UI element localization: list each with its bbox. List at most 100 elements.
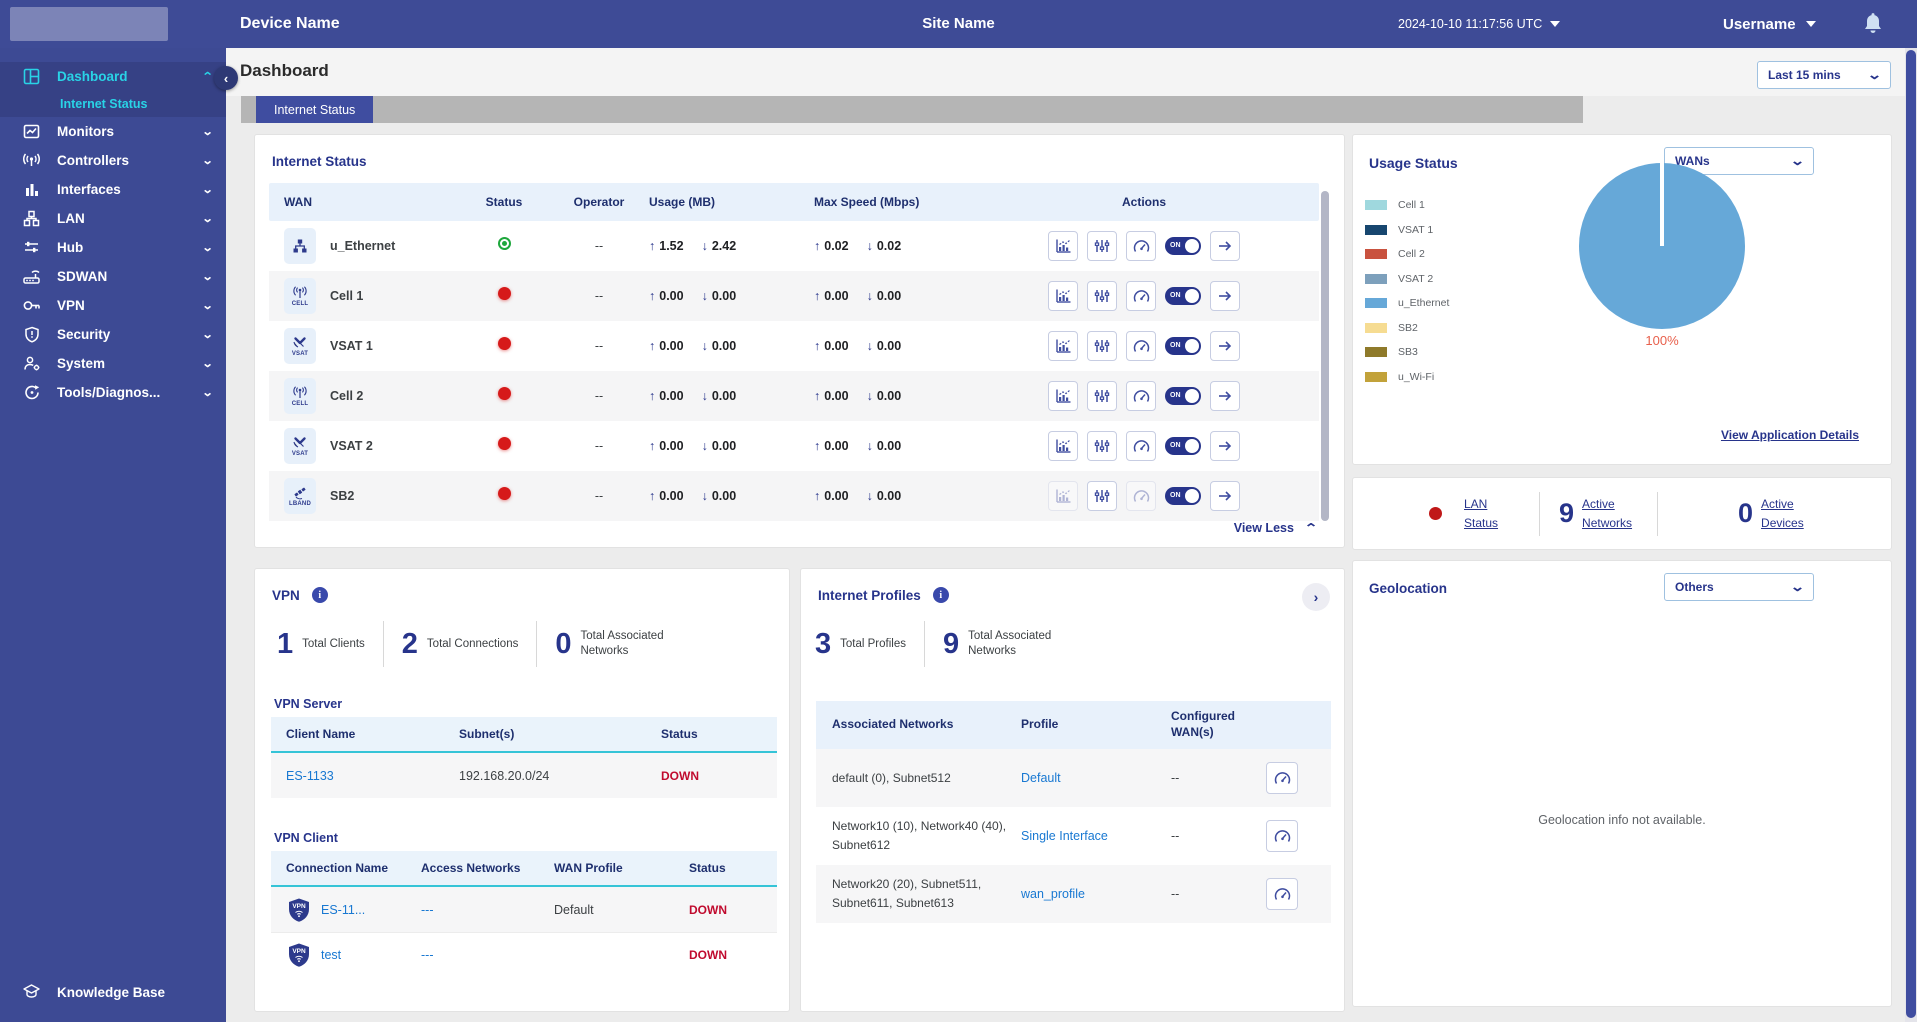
statistics-chart-button[interactable]: [1048, 331, 1078, 361]
speedtest-button[interactable]: [1266, 878, 1298, 910]
max-speed-values: ↑ 0.00 ↓ 0.00: [814, 489, 902, 503]
sidebar-item-security[interactable]: Security ⌄: [0, 320, 226, 349]
speedtest-button[interactable]: [1126, 431, 1156, 461]
wan-enable-toggle[interactable]: ON: [1165, 437, 1201, 455]
statistics-chart-button[interactable]: [1048, 381, 1078, 411]
sidebar-collapse-button[interactable]: ‹: [214, 66, 238, 90]
tab-internet-status[interactable]: Internet Status: [256, 96, 374, 123]
info-icon[interactable]: i: [311, 587, 328, 603]
expand-panel-button[interactable]: ›: [1302, 583, 1330, 611]
connection-name-link[interactable]: test: [321, 948, 341, 962]
wan-enable-toggle[interactable]: ON: [1165, 287, 1201, 305]
speedtest-button[interactable]: [1126, 381, 1156, 411]
legend-item: VSAT 2: [1365, 273, 1449, 285]
statistics-chart-button[interactable]: [1048, 481, 1078, 511]
sidebar-item-monitors[interactable]: Monitors ⌄: [0, 117, 226, 146]
geolocation-panel: Geolocation Others ⌄ Geolocation info no…: [1352, 560, 1892, 1007]
column-header: Connection Name: [286, 861, 389, 875]
statistics-chart-button[interactable]: [1048, 281, 1078, 311]
geolocation-title: Geolocation: [1369, 581, 1448, 596]
chevron-down-icon: ⌄: [201, 155, 214, 167]
summary-link[interactable]: Active Devices: [1761, 495, 1829, 532]
details-arrow-button[interactable]: [1210, 231, 1240, 261]
details-arrow-button[interactable]: [1210, 331, 1240, 361]
sidebar-item-label: VPN: [57, 298, 85, 313]
speedtest-button[interactable]: [1126, 281, 1156, 311]
table-scrollbar[interactable]: [1321, 191, 1329, 521]
chevron-down-icon: ⌄: [201, 213, 214, 225]
internet-profiles-title: Internet Profiles: [818, 587, 921, 603]
geolocation-filter-select[interactable]: Others ⌄: [1664, 573, 1814, 601]
sidebar-item-knowledge-base[interactable]: Knowledge Base: [0, 976, 226, 1008]
configure-sliders-button[interactable]: [1087, 331, 1117, 361]
statistics-chart-button[interactable]: [1048, 231, 1078, 261]
vpn-shield-icon: VPN: [286, 942, 312, 968]
details-arrow-button[interactable]: [1210, 481, 1240, 511]
usage-pie-chart: [1577, 161, 1747, 331]
speedtest-button[interactable]: [1266, 820, 1298, 852]
wan-enable-toggle[interactable]: ON: [1165, 237, 1201, 255]
lan-summary-item: 0 Active Devices: [1658, 495, 1840, 532]
usage-values: ↑ 0.00 ↓ 0.00: [649, 439, 737, 453]
sidebar-item-interfaces[interactable]: Interfaces ⌄: [0, 175, 226, 204]
sidebar-item-internet-status[interactable]: Internet Status: [0, 91, 226, 117]
statistics-chart-button[interactable]: [1048, 431, 1078, 461]
configure-sliders-button[interactable]: [1087, 231, 1117, 261]
configure-sliders-button[interactable]: [1087, 481, 1117, 511]
speedtest-button[interactable]: [1266, 762, 1298, 794]
wan-enable-toggle[interactable]: ON: [1165, 337, 1201, 355]
pie-data-label: 100%: [1645, 333, 1679, 348]
view-less-button[interactable]: View Less ⌃: [1234, 521, 1318, 535]
wan-name: u_Ethernet: [330, 239, 396, 253]
column-header: Access Networks: [421, 861, 521, 875]
profile-link[interactable]: wan_profile: [1021, 887, 1085, 901]
page-scrollbar[interactable]: [1905, 48, 1917, 1022]
user-menu[interactable]: Username: [1723, 0, 1816, 48]
profile-link[interactable]: Single Interface: [1021, 829, 1108, 843]
max-speed-values: ↑ 0.00 ↓ 0.00: [814, 389, 902, 403]
vpn-stat: 0 Total Associated Networks: [555, 628, 690, 661]
profile-link[interactable]: Default: [1021, 771, 1061, 785]
view-application-details-link[interactable]: View Application Details: [1721, 428, 1859, 442]
max-speed-values: ↑ 0.00 ↓ 0.00: [814, 439, 902, 453]
details-arrow-button[interactable]: [1210, 431, 1240, 461]
configure-sliders-button[interactable]: [1087, 431, 1117, 461]
connection-name-link[interactable]: ES-11...: [321, 903, 365, 917]
legend-item: u_Ethernet: [1365, 297, 1449, 309]
summary-link[interactable]: LAN Status: [1464, 495, 1532, 532]
sidebar-item-controllers[interactable]: Controllers ⌄: [0, 146, 226, 175]
timestamp-dropdown[interactable]: 2024-10-10 11:17:56 UTC: [1398, 0, 1561, 48]
upload-arrow-icon: ↑: [814, 439, 821, 453]
legend-label: VSAT 1: [1398, 223, 1434, 236]
sidebar-item-system[interactable]: System ⌄: [0, 349, 226, 378]
details-arrow-button[interactable]: [1210, 381, 1240, 411]
wan-enable-toggle[interactable]: ON: [1165, 487, 1201, 505]
info-icon[interactable]: i: [932, 587, 949, 603]
sidebar-item-lan[interactable]: LAN ⌄: [0, 204, 226, 233]
speedtest-button[interactable]: [1126, 331, 1156, 361]
sidebar-item-sdwan[interactable]: SDWAN ⌄: [0, 262, 226, 291]
wan-enable-toggle[interactable]: ON: [1165, 387, 1201, 405]
details-arrow-button[interactable]: [1210, 281, 1240, 311]
speedtest-button[interactable]: [1126, 481, 1156, 511]
download-arrow-icon: ↓: [866, 489, 873, 503]
security-icon: [22, 326, 41, 343]
client-name-link[interactable]: ES-1133: [286, 769, 334, 783]
sidebar-item-vpn[interactable]: VPN ⌄: [0, 291, 226, 320]
configure-sliders-button[interactable]: [1087, 281, 1117, 311]
sidebar-item-dashboard[interactable]: Dashboard ⌃: [0, 62, 226, 91]
notification-bell-icon[interactable]: [1862, 12, 1884, 41]
associated-networks-value: Network20 (20), Subnet511, Subnet611, Su…: [832, 877, 982, 910]
sidebar-item-tools-diagnos-[interactable]: Tools/Diagnos... ⌄: [0, 378, 226, 407]
cell-icon: CELL: [284, 378, 316, 414]
status-down-icon: [497, 437, 511, 450]
operator-value: --: [594, 289, 604, 303]
svg-text:VPN: VPN: [292, 948, 306, 955]
speedtest-button[interactable]: [1126, 231, 1156, 261]
chevron-down-icon: ⌄: [201, 184, 214, 196]
upload-arrow-icon: ↑: [814, 489, 821, 503]
time-range-select[interactable]: Last 15 mins ⌄: [1757, 61, 1891, 89]
configure-sliders-button[interactable]: [1087, 381, 1117, 411]
summary-link[interactable]: Active Networks: [1582, 495, 1650, 532]
sidebar-item-hub[interactable]: Hub ⌄: [0, 233, 226, 262]
